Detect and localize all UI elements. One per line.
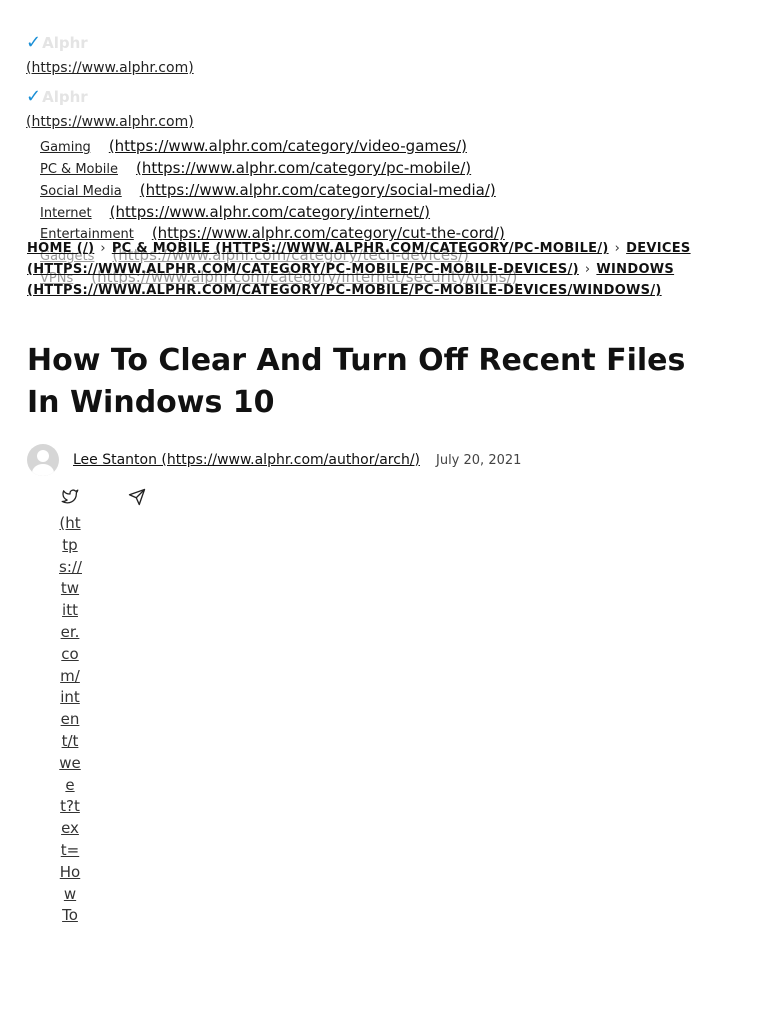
- checkmark-icon: ✓: [26, 86, 42, 107]
- author-link[interactable]: Lee Stanton (https://www.alphr.com/autho…: [73, 452, 420, 468]
- site-logo[interactable]: ✓ Alphr: [26, 32, 88, 53]
- tweet-share-link[interactable]: (https://twitter.com/intent/tweet?text=H…: [59, 513, 82, 927]
- logo-link[interactable]: (https://www.alphr.com): [26, 60, 194, 76]
- nav-item-pc-mobile[interactable]: PC & Mobile (https://www.alphr.com/catego…: [40, 159, 471, 177]
- article-title: How To Clear And Turn Off Recent Files I…: [27, 343, 686, 420]
- site-logo-secondary[interactable]: ✓ Alphr: [26, 86, 88, 107]
- breadcrumb: Home (/) › PC & Mobile (https://www.alphr.…: [27, 238, 707, 301]
- nav-item-url[interactable]: (https://www.alphr.com/category/video-ga…: [109, 137, 467, 155]
- nav-item-label[interactable]: PC & Mobile: [40, 162, 118, 177]
- nav-item-label[interactable]: Social Media: [40, 184, 122, 199]
- nav-item-gaming[interactable]: Gaming (https://www.alphr.com/category/vi…: [40, 137, 467, 155]
- chevron-right-icon: ›: [614, 241, 621, 256]
- nav-item-url[interactable]: (https://www.alphr.com/category/social-m…: [140, 181, 496, 199]
- logo-link-secondary[interactable]: (https://www.alphr.com): [26, 114, 194, 130]
- author-row: Lee Stanton (https://www.alphr.com/autho…: [27, 444, 521, 476]
- nav-item-internet[interactable]: Internet (https://www.alphr.com/category/…: [40, 203, 430, 221]
- logo-text: Alphr: [42, 34, 88, 52]
- chevron-right-icon: ›: [584, 262, 591, 277]
- nav-item-label[interactable]: Internet: [40, 206, 92, 221]
- publish-date: July 20, 2021: [436, 452, 522, 468]
- nav-item-url[interactable]: (https://www.alphr.com/category/internet…: [110, 203, 430, 221]
- nav-item-url[interactable]: (https://www.alphr.com/category/pc-mobil…: [136, 159, 471, 177]
- chevron-right-icon: ›: [100, 241, 106, 256]
- breadcrumb-home[interactable]: Home (/): [27, 241, 94, 256]
- send-icon[interactable]: [128, 488, 146, 510]
- logo-text: Alphr: [42, 88, 88, 106]
- nav-item-label[interactable]: Gaming: [40, 140, 91, 155]
- checkmark-icon: ✓: [26, 32, 42, 53]
- breadcrumb-pc-mobile[interactable]: PC & Mobile (https://www.alphr.com/categ…: [112, 241, 609, 256]
- nav-item-social-media[interactable]: Social Media (https://www.alphr.com/categ…: [40, 181, 496, 199]
- avatar: [27, 444, 59, 476]
- twitter-icon[interactable]: [61, 488, 79, 509]
